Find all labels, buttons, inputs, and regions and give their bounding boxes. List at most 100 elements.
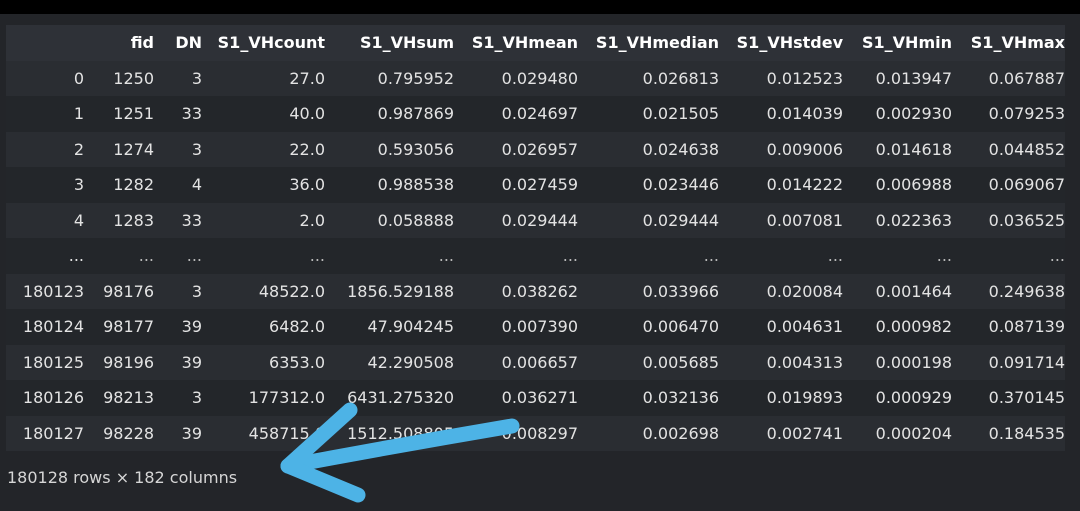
header-vhmean: S1_VHmean: [471, 33, 578, 53]
cell-vhmax: 0.087139: [988, 317, 1065, 337]
cell-vhmean: 0.036271: [501, 388, 578, 408]
cell-vhmedian: 0.006470: [642, 317, 719, 337]
cell-vhmax: 0.036525: [988, 210, 1065, 230]
cell-dn: 33: [181, 104, 202, 124]
cell-index: ...: [68, 246, 84, 266]
cell-dn: 3: [191, 68, 202, 88]
cell-vhsum: 1512.508805: [347, 423, 454, 443]
header-vhmax: S1_VHmax: [970, 33, 1065, 53]
cell-vhmax: 0.249638: [988, 281, 1065, 301]
cell-vhmean: 0.007390: [501, 317, 578, 337]
cell-vhmax: 0.069067: [988, 175, 1065, 195]
cell-index: 0: [73, 68, 84, 88]
cell-vhsum: ...: [438, 246, 454, 266]
header-vhmedian: S1_VHmedian: [595, 33, 719, 53]
cell-vhsum: 0.593056: [377, 139, 454, 159]
cell-vhmedian: 0.033966: [642, 281, 719, 301]
cell-dn: 3: [191, 388, 202, 408]
cell-vhmean: 0.029480: [501, 68, 578, 88]
cell-vhmax: 0.079253: [988, 104, 1065, 124]
cell-vhmin: ...: [936, 246, 952, 266]
cell-index: 180125: [22, 352, 84, 372]
cell-vhstdev: 0.009006: [766, 139, 843, 159]
header-vhstdev: S1_VHstdev: [736, 33, 843, 53]
cell-vhmin: 0.000982: [875, 317, 952, 337]
cell-fid: 98177: [103, 317, 154, 337]
cell-vhmedian: 0.029444: [642, 210, 719, 230]
header-dn: DN: [175, 33, 202, 53]
cell-vhmedian: 0.024638: [642, 139, 719, 159]
table-row: 180124 98177 39 6482.0 47.904245 0.007390 0.00…: [6, 309, 1065, 345]
cell-vhcount: 2.0: [299, 210, 325, 230]
cell-dn: ...: [186, 246, 202, 266]
table-row: 2 1274 3 22.0 0.593056 0.026957 0.024638 0.0090…: [6, 131, 1065, 167]
cell-vhmax: 0.067887: [988, 68, 1065, 88]
cell-vhmax: 0.091714: [988, 352, 1065, 372]
cell-fid: 1274: [113, 139, 154, 159]
cell-vhcount: 22.0: [289, 139, 325, 159]
header-index: [6, 25, 84, 61]
cell-vhstdev: 0.004631: [766, 317, 843, 337]
cell-index: 1: [73, 104, 84, 124]
cell-vhmin: 0.000204: [875, 423, 952, 443]
cell-dn: 3: [191, 139, 202, 159]
cell-vhsum: 0.058888: [377, 210, 454, 230]
cell-dn: 33: [181, 210, 202, 230]
cell-fid: 98213: [103, 388, 154, 408]
cell-vhcount: 27.0: [289, 68, 325, 88]
cell-vhmean: 0.026957: [501, 139, 578, 159]
cell-vhmedian: 0.002698: [642, 423, 719, 443]
cell-vhmax: 0.370145: [988, 388, 1065, 408]
cell-vhstdev: ...: [827, 246, 843, 266]
cell-fid: 1282: [113, 175, 154, 195]
cell-vhmedian: 0.023446: [642, 175, 719, 195]
cell-vhmin: 0.001464: [875, 281, 952, 301]
cell-dn: 4: [191, 175, 202, 195]
cell-vhcount: ...: [309, 246, 325, 266]
cell-dn: 39: [181, 317, 202, 337]
cell-fid: 1283: [113, 210, 154, 230]
cell-vhsum: 1856.529188: [347, 281, 454, 301]
cell-vhmedian: ...: [703, 246, 719, 266]
cell-vhmean: 0.038262: [501, 281, 578, 301]
cell-vhsum: 47.904245: [367, 317, 454, 337]
table-row: 0 1250 3 27.0 0.795952 0.029480 0.026813 0.0125…: [6, 60, 1065, 96]
cell-fid: 1251: [113, 104, 154, 124]
cell-vhcount: 177312.0: [248, 388, 325, 408]
cell-dn: 39: [181, 352, 202, 372]
cell-vhmean: 0.029444: [501, 210, 578, 230]
cell-dn: 39: [181, 423, 202, 443]
cell-vhsum: 6431.275320: [347, 388, 454, 408]
cell-vhstdev: 0.020084: [766, 281, 843, 301]
cell-vhmin: 0.006988: [875, 175, 952, 195]
cell-fid: 98176: [103, 281, 154, 301]
cell-vhmax: 0.184535: [988, 423, 1065, 443]
cell-index: 180126: [22, 388, 84, 408]
header-row: fid DN S1_VHcount S1_VHsum S1_VHmean S1_…: [6, 25, 1065, 61]
cell-vhmin: 0.013947: [875, 68, 952, 88]
cell-vhmean: 0.006657: [501, 352, 578, 372]
cell-vhmean: ...: [562, 246, 578, 266]
header-vhcount: S1_VHcount: [217, 33, 325, 53]
cell-fid: 98228: [103, 423, 154, 443]
ellipsis-row: ..............................: [6, 238, 1065, 274]
cell-vhmin: 0.014618: [875, 139, 952, 159]
cell-vhstdev: 0.004313: [766, 352, 843, 372]
cell-vhstdev: 0.002741: [766, 423, 843, 443]
cell-vhcount: 40.0: [289, 104, 325, 124]
cell-vhmin: 0.002930: [875, 104, 952, 124]
table-row: 4 1283 33 2.0 0.058888 0.029444 0.029444 0.0070…: [6, 202, 1065, 238]
cell-vhmean: 0.024697: [501, 104, 578, 124]
cell-fid: ...: [138, 246, 154, 266]
cell-vhstdev: 0.019893: [766, 388, 843, 408]
cell-vhcount: 6482.0: [269, 317, 325, 337]
cell-vhmin: 0.022363: [875, 210, 952, 230]
cell-vhmax: 0.044852: [988, 139, 1065, 159]
cell-index: 180123: [22, 281, 84, 301]
cell-vhmean: 0.008297: [501, 423, 578, 443]
cell-vhstdev: 0.007081: [766, 210, 843, 230]
cell-dn: 3: [191, 281, 202, 301]
cell-vhmedian: 0.021505: [642, 104, 719, 124]
table-row: 180125 98196 39 6353.0 42.290508 0.006657 0.00…: [6, 344, 1065, 380]
cell-vhstdev: 0.012523: [766, 68, 843, 88]
